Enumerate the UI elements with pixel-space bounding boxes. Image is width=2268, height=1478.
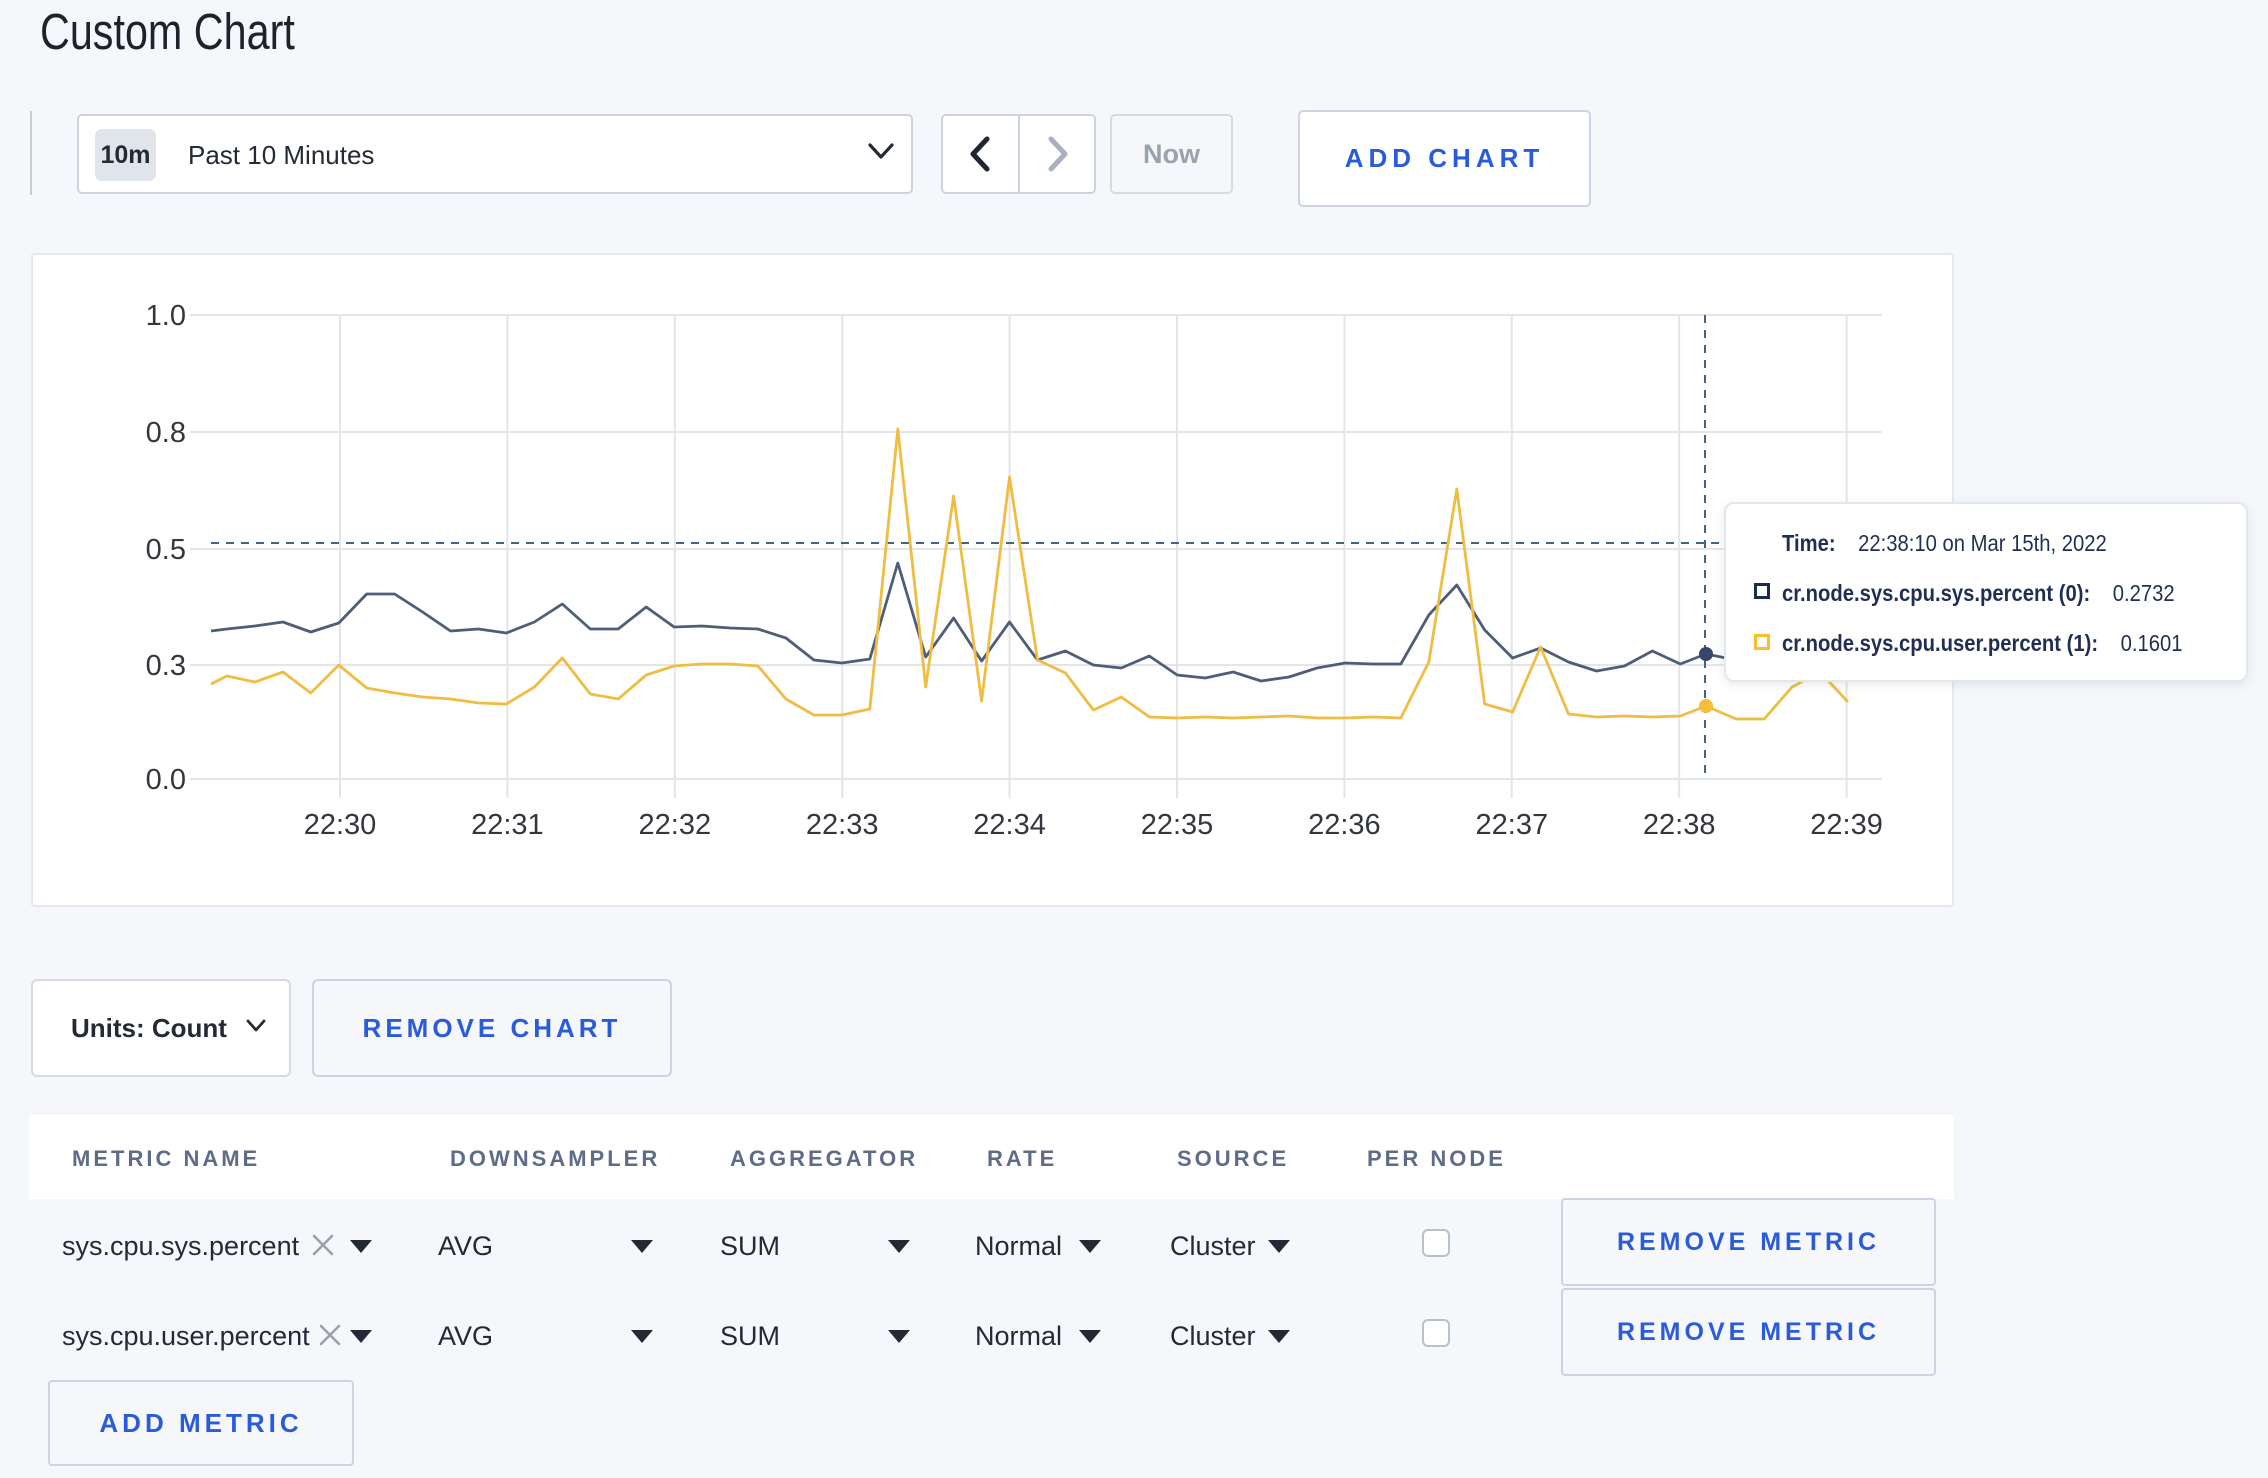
svg-text:0.3: 0.3 <box>146 650 186 682</box>
svg-text:22:32: 22:32 <box>639 809 712 841</box>
svg-text:22:35: 22:35 <box>1141 809 1214 841</box>
svg-text:22:34: 22:34 <box>973 809 1046 841</box>
svg-text:22:31: 22:31 <box>471 809 544 841</box>
svg-text:22:36: 22:36 <box>1308 809 1381 841</box>
svg-text:0.8: 0.8 <box>146 417 186 449</box>
svg-text:0.0: 0.0 <box>146 764 186 796</box>
svg-text:22:37: 22:37 <box>1476 809 1549 841</box>
svg-text:22:30: 22:30 <box>304 809 377 841</box>
svg-text:22:33: 22:33 <box>806 809 879 841</box>
svg-text:0.5: 0.5 <box>146 534 186 566</box>
svg-text:1.0: 1.0 <box>146 300 186 332</box>
svg-text:22:38: 22:38 <box>1643 809 1716 841</box>
svg-text:22:39: 22:39 <box>1810 809 1883 841</box>
